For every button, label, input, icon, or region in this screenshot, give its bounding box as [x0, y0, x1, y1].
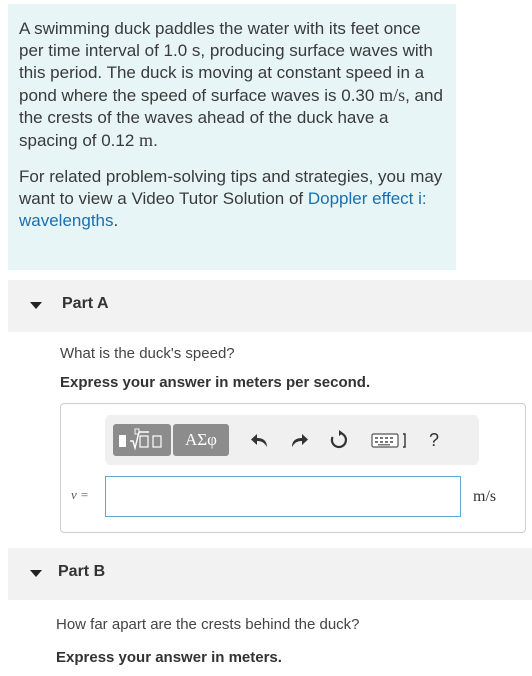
help-icon[interactable]: ?: [421, 427, 447, 453]
undo-icon[interactable]: [247, 427, 273, 453]
answer-input[interactable]: [105, 476, 461, 517]
unit-mps: m/s: [379, 85, 406, 105]
templates-button[interactable]: [113, 424, 171, 456]
unit-m: m: [139, 130, 154, 150]
problem-paragraph: A swimming duck paddles the water with i…: [19, 19, 443, 150]
part-a-instruction: Express your answer in meters per second…: [60, 374, 371, 391]
collapse-triangle-icon[interactable]: [30, 302, 42, 309]
collapse-triangle-icon[interactable]: [30, 570, 42, 577]
templates-icon: [119, 428, 162, 451]
variable-label: v =: [71, 487, 89, 502]
tips-paragraph: For related problem-solving tips and str…: [19, 167, 443, 230]
reset-icon[interactable]: [326, 427, 352, 453]
part-b-title: Part B: [58, 563, 106, 580]
part-a-question: What is the duck's speed?: [60, 345, 235, 362]
keyboard-icon[interactable]: [371, 427, 411, 453]
problem-statement: A swimming duck paddles the water with i…: [8, 4, 456, 270]
redo-icon[interactable]: [286, 427, 312, 453]
part-b-header[interactable]: Part B: [8, 548, 532, 600]
symbols-button[interactable]: ΑΣφ: [173, 424, 229, 456]
unit-label: m/s: [473, 488, 497, 505]
answer-area: ΑΣφ ? v = m/s: [60, 403, 526, 533]
part-a-title: Part A: [62, 295, 109, 312]
part-b-instruction: Express your answer in meters.: [56, 649, 282, 666]
part-a-header[interactable]: Part A: [8, 280, 532, 332]
part-b-question: How far apart are the crests behind the …: [56, 616, 360, 633]
math-toolbar: ΑΣφ ?: [105, 415, 479, 465]
